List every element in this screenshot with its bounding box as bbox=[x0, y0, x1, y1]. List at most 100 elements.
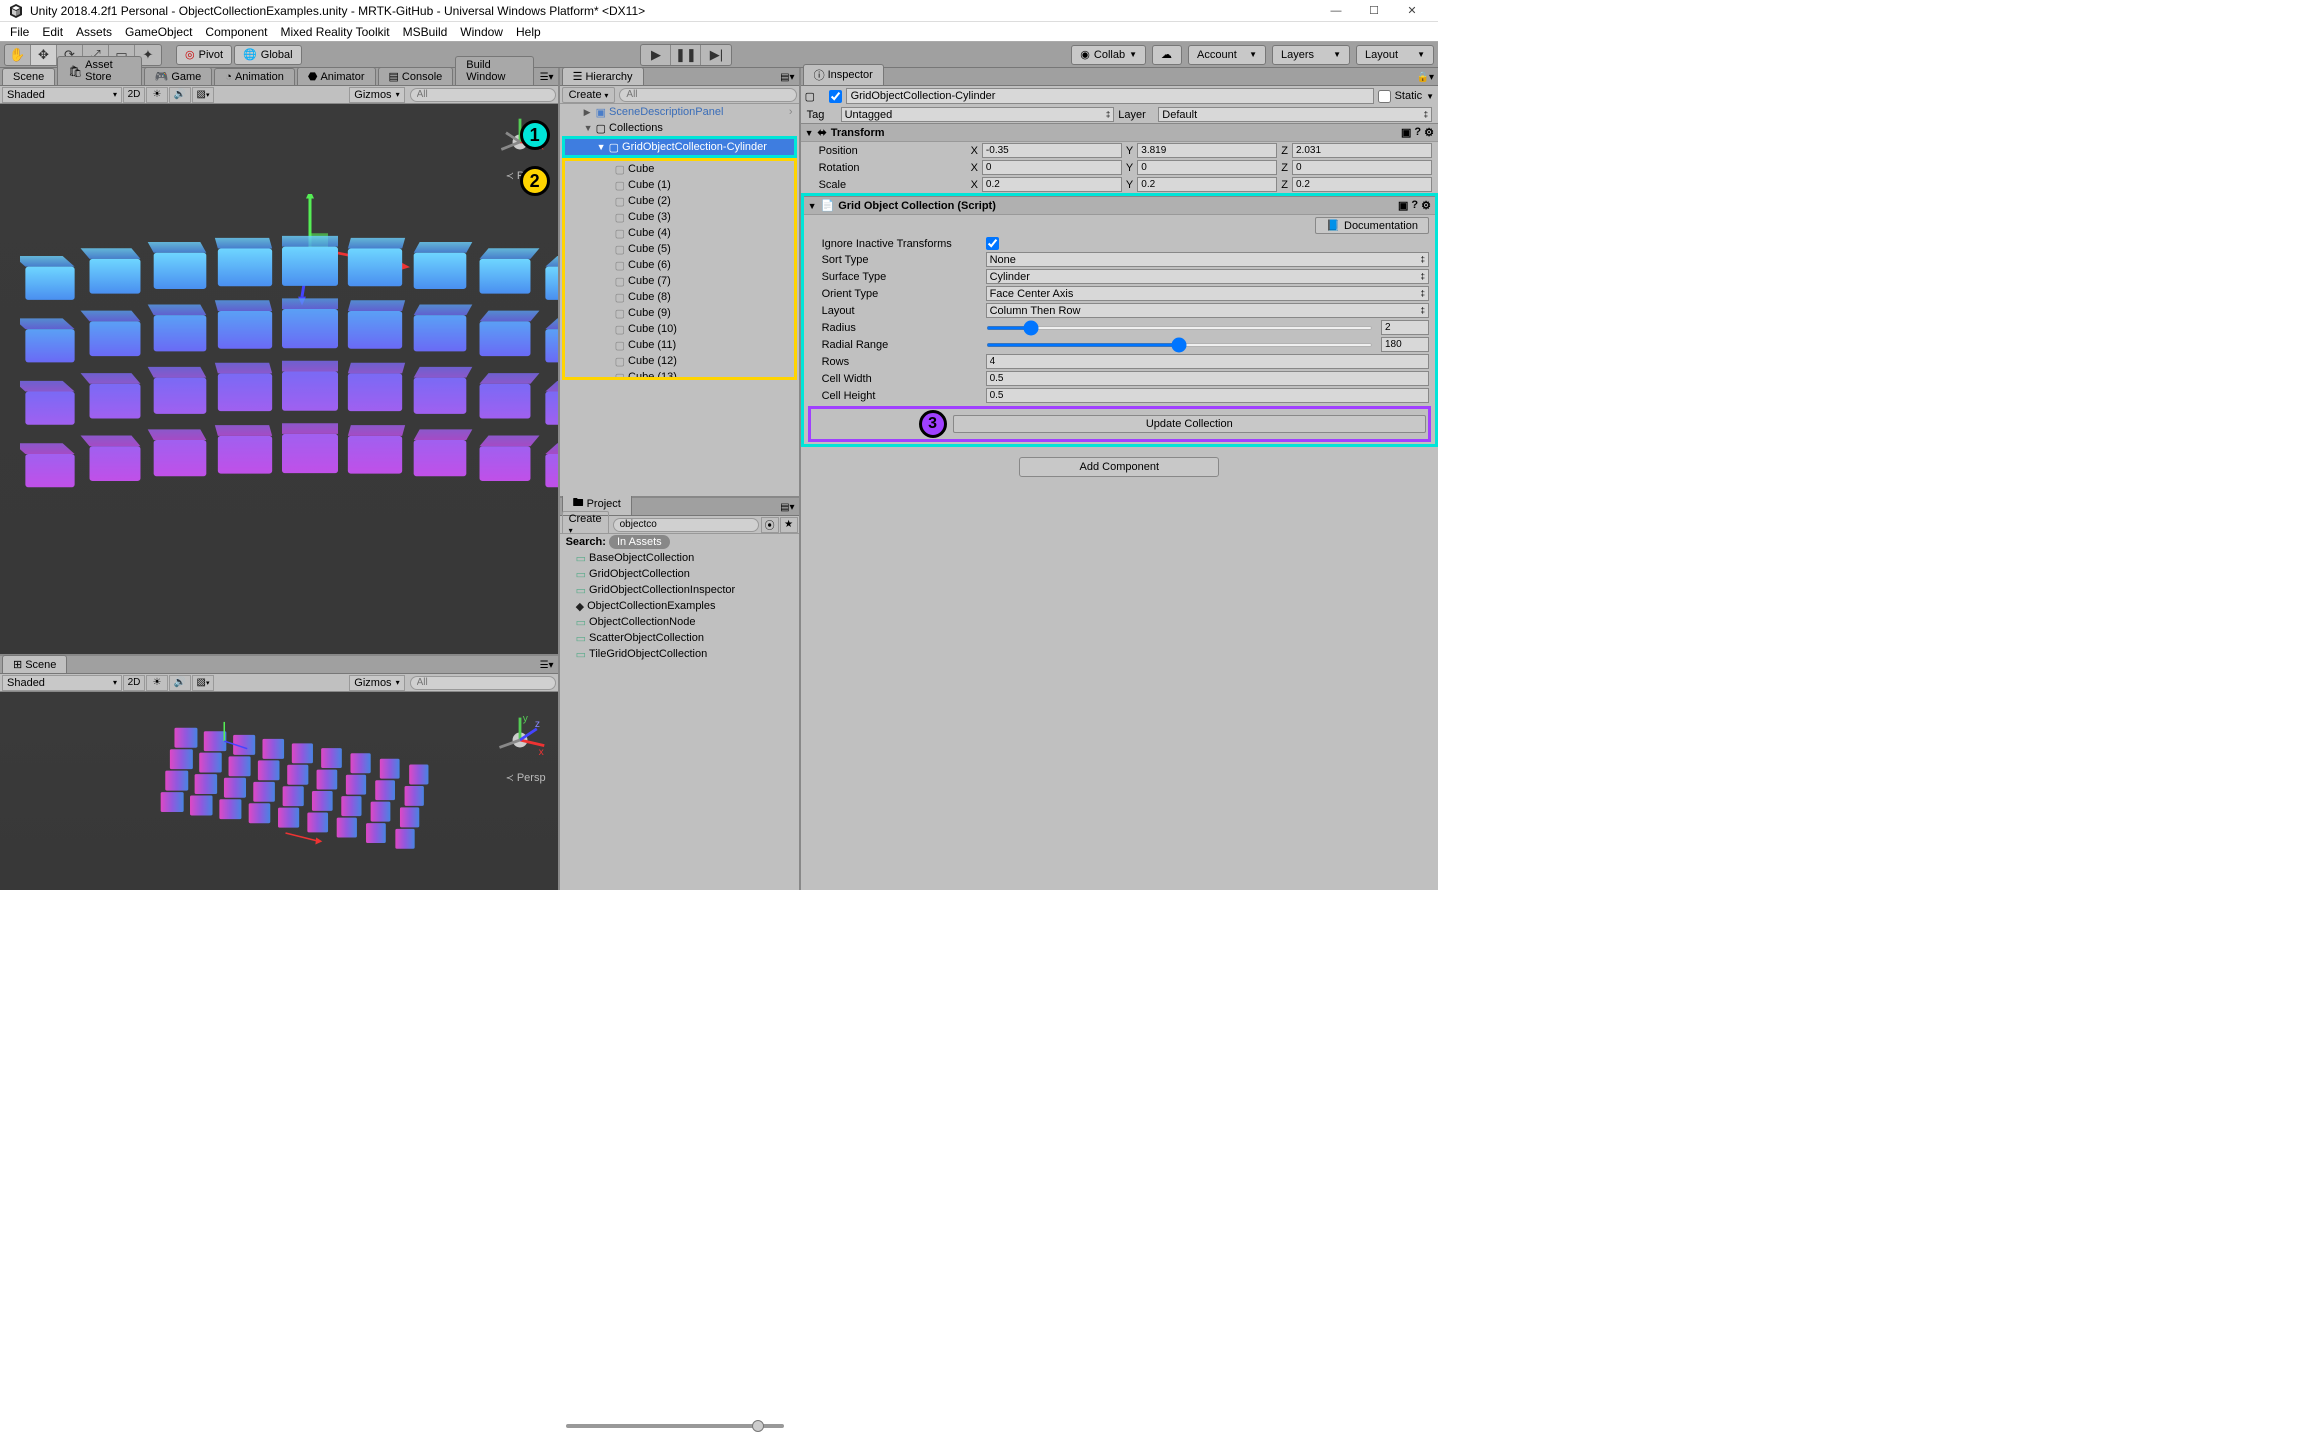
scene-search[interactable] bbox=[410, 88, 556, 102]
project-item[interactable]: ▭ ObjectCollectionNode bbox=[560, 614, 799, 630]
project-item[interactable]: ▭ TileGridObjectCollection bbox=[560, 646, 799, 662]
hierarchy-item[interactable]: ▶▣ SceneDescriptionPanel› bbox=[560, 104, 799, 120]
hierarchy-create[interactable]: Create ▾ bbox=[562, 87, 616, 103]
pivot-toggle[interactable]: ◎Pivot bbox=[176, 45, 232, 65]
project-item[interactable]: ▭ GridObjectCollectionInspector bbox=[560, 582, 799, 598]
audio-toggle-2[interactable]: 🔊 bbox=[169, 675, 191, 691]
transform-scale-y[interactable] bbox=[1137, 177, 1277, 192]
transform-rotation-y[interactable] bbox=[1137, 160, 1277, 175]
hierarchy-cube-item[interactable]: ▢ Cube (9) bbox=[565, 305, 794, 321]
transform-scale-z[interactable] bbox=[1292, 177, 1432, 192]
prop-radial-slider[interactable] bbox=[986, 337, 1373, 352]
tab-build-window[interactable]: Build Window bbox=[455, 56, 533, 85]
prop-cellw-field[interactable] bbox=[986, 371, 1429, 386]
prop-layout-dropdown[interactable]: Column Then Row‡ bbox=[986, 303, 1429, 318]
transform-rotation-z[interactable] bbox=[1292, 160, 1432, 175]
fx-toggle-2[interactable]: ▧▾ bbox=[192, 675, 214, 691]
add-component-button[interactable]: Add Component bbox=[1019, 457, 1219, 477]
project-search[interactable] bbox=[613, 518, 759, 532]
component-reset-icon[interactable]: ? bbox=[1414, 126, 1421, 139]
2d-toggle[interactable]: 2D bbox=[123, 87, 145, 103]
gizmos-dropdown-2[interactable]: Gizmos▾ bbox=[349, 675, 404, 691]
fx-toggle[interactable]: ▧▾ bbox=[192, 87, 214, 103]
tag-dropdown[interactable]: Untagged‡ bbox=[841, 107, 1115, 122]
transform-position-z[interactable] bbox=[1292, 143, 1432, 158]
tab-inspector[interactable]: ⓘInspector bbox=[803, 64, 884, 85]
project-zoom-slider[interactable] bbox=[566, 1424, 784, 1428]
component-menu-icon[interactable]: ⚙ bbox=[1421, 199, 1431, 212]
close-button[interactable]: ✕ bbox=[1394, 1, 1430, 21]
tab-console[interactable]: ▤Console bbox=[378, 67, 454, 85]
shading-mode[interactable]: Shaded▾ bbox=[2, 87, 122, 103]
component-help-icon[interactable]: ▣ bbox=[1401, 126, 1411, 139]
hierarchy-cube-item[interactable]: ▢ Cube (5) bbox=[565, 241, 794, 257]
pause-button[interactable]: ❚❚ bbox=[671, 45, 701, 65]
menu-edit[interactable]: Edit bbox=[36, 23, 69, 41]
component-reset-icon[interactable]: ? bbox=[1411, 199, 1418, 212]
tab-scene-2[interactable]: ⊞Scene bbox=[2, 655, 67, 673]
prop-surface-dropdown[interactable]: Cylinder‡ bbox=[986, 269, 1429, 284]
collab-dropdown[interactable]: ◉Collab▼ bbox=[1071, 45, 1146, 65]
menu-file[interactable]: File bbox=[4, 23, 35, 41]
component-help-icon[interactable]: ▣ bbox=[1398, 199, 1408, 212]
hierarchy-cube-item[interactable]: ▢ Cube (13) bbox=[565, 369, 794, 380]
maximize-button[interactable]: ☐ bbox=[1356, 1, 1392, 21]
transform-scale-x[interactable] bbox=[982, 177, 1122, 192]
tab-hierarchy[interactable]: ☰Hierarchy bbox=[562, 67, 644, 85]
hierarchy-cube-item[interactable]: ▢ Cube (12) bbox=[565, 353, 794, 369]
gizmos-dropdown[interactable]: Gizmos▾ bbox=[349, 87, 404, 103]
tab-scene[interactable]: Scene bbox=[2, 68, 55, 85]
tab-animation[interactable]: ◔Animation bbox=[214, 68, 295, 85]
minimize-button[interactable]: — bbox=[1318, 1, 1354, 21]
gameobject-name-field[interactable] bbox=[846, 88, 1374, 104]
hierarchy-cube-item[interactable]: ▢ Cube (8) bbox=[565, 289, 794, 305]
search-scope[interactable]: In Assets bbox=[609, 535, 670, 549]
tab-game[interactable]: 🎮Game bbox=[144, 67, 213, 85]
light-toggle-2[interactable]: ☀ bbox=[146, 675, 168, 691]
hierarchy-cube-item[interactable]: ▢ Cube (1) bbox=[565, 177, 794, 193]
menu-assets[interactable]: Assets bbox=[70, 23, 118, 41]
move-tool[interactable]: ✥ bbox=[31, 45, 57, 65]
hand-tool[interactable]: ✋ bbox=[5, 45, 31, 65]
project-item[interactable]: ▭ GridObjectCollection bbox=[560, 566, 799, 582]
tab-animator[interactable]: ⬣Animator bbox=[297, 67, 376, 85]
hierarchy-search[interactable] bbox=[619, 88, 796, 102]
tab-menu-project[interactable]: ▤▾ bbox=[776, 500, 798, 515]
step-button[interactable]: ▶| bbox=[701, 45, 731, 65]
search-save-icon[interactable]: ★ bbox=[780, 517, 798, 533]
menu-component[interactable]: Component bbox=[199, 23, 273, 41]
shading-mode-2[interactable]: Shaded▾ bbox=[2, 675, 122, 691]
hierarchy-cube-item[interactable]: ▢ Cube (10) bbox=[565, 321, 794, 337]
hierarchy-cube-item[interactable]: ▢ Cube (3) bbox=[565, 209, 794, 225]
hierarchy-cube-item[interactable]: ▢ Cube (11) bbox=[565, 337, 794, 353]
project-item[interactable]: ▭ ScatterObjectCollection bbox=[560, 630, 799, 646]
transform-component-header[interactable]: ▼⬌ Transform ▣ ? ⚙ bbox=[801, 123, 1438, 142]
tab-menu-icon[interactable]: ☰▾ bbox=[536, 70, 558, 85]
prop-orient-dropdown[interactable]: Face Center Axis‡ bbox=[986, 286, 1429, 301]
update-collection-button[interactable]: Update Collection bbox=[953, 415, 1426, 433]
project-item[interactable]: ◆ ObjectCollectionExamples bbox=[560, 598, 799, 614]
account-dropdown[interactable]: Account▼ bbox=[1188, 45, 1266, 65]
search-filter-icon[interactable]: ⦿ bbox=[761, 517, 779, 533]
tab-menu-inspector[interactable]: 🔒▾ bbox=[1413, 70, 1438, 85]
hierarchy-cube-item[interactable]: ▢ Cube bbox=[565, 161, 794, 177]
static-dropdown-icon[interactable]: ▼ bbox=[1426, 92, 1434, 101]
hierarchy-cube-item[interactable]: ▢ Cube (6) bbox=[565, 257, 794, 273]
hierarchy-tree[interactable]: ▶▣ SceneDescriptionPanel› ▼▢ Collections… bbox=[560, 104, 799, 496]
prop-sort-dropdown[interactable]: None‡ bbox=[986, 252, 1429, 267]
light-toggle[interactable]: ☀ bbox=[146, 87, 168, 103]
transform-position-y[interactable] bbox=[1137, 143, 1277, 158]
tab-menu-icon-2[interactable]: ☰▾ bbox=[536, 658, 558, 673]
global-toggle[interactable]: 🌐Global bbox=[234, 45, 302, 65]
prop-radial-field[interactable] bbox=[1381, 337, 1429, 352]
scene-search-2[interactable] bbox=[410, 676, 556, 690]
scene-view-2[interactable]: xyz ≺ Persp (function(){ const svg=docum… bbox=[0, 692, 558, 890]
audio-toggle[interactable]: 🔊 bbox=[169, 87, 191, 103]
hierarchy-cube-item[interactable]: ▢ Cube (4) bbox=[565, 225, 794, 241]
component-menu-icon[interactable]: ⚙ bbox=[1424, 126, 1434, 139]
prop-rows-field[interactable] bbox=[986, 354, 1429, 369]
prop-radius-field[interactable] bbox=[1381, 320, 1429, 335]
layer-dropdown[interactable]: Default‡ bbox=[1158, 107, 1432, 122]
menu-window[interactable]: Window bbox=[454, 23, 509, 41]
hierarchy-selected[interactable]: ▼▢ GridObjectCollection-Cylinder bbox=[565, 139, 794, 155]
